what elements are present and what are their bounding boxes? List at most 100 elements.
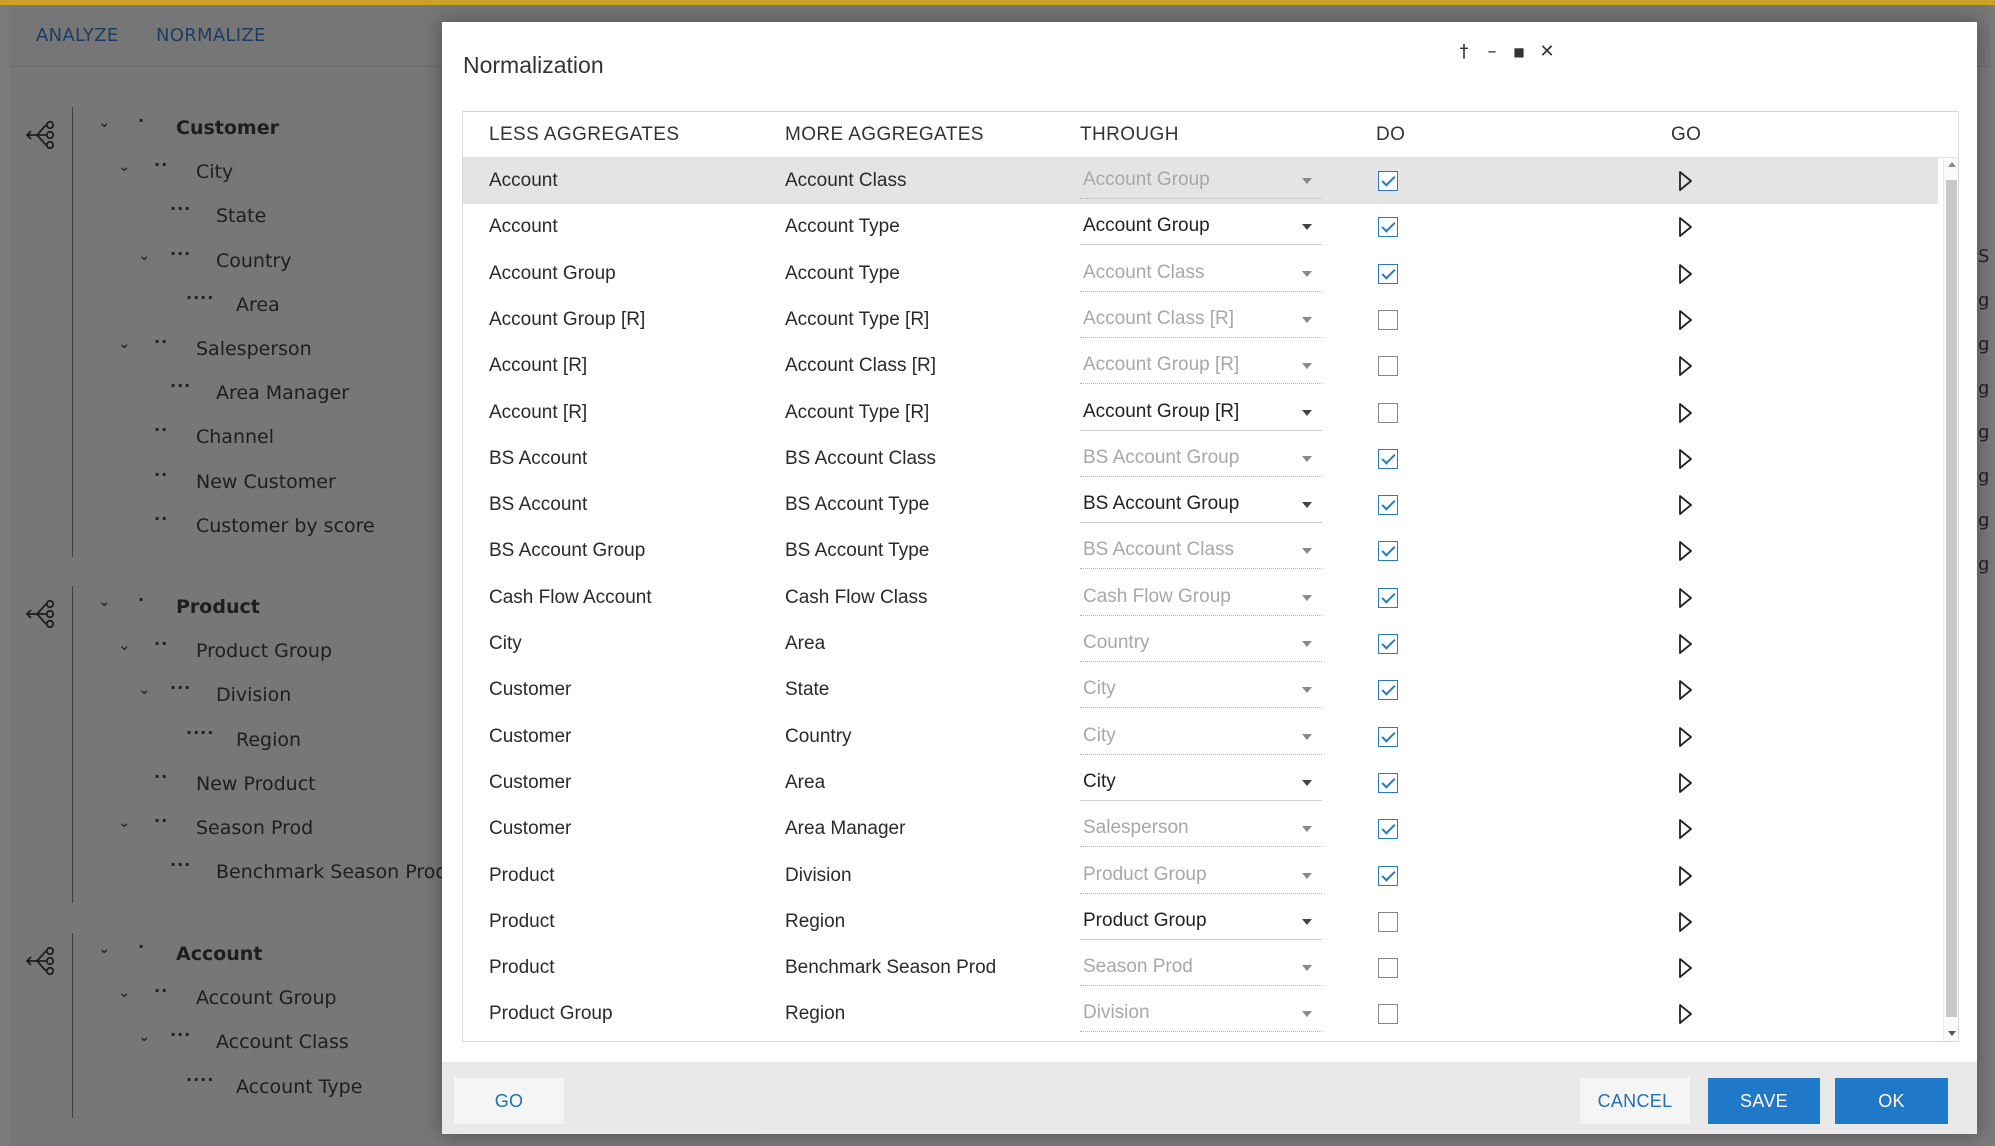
table-row[interactable]: Customer Area City <box>463 760 1938 806</box>
play-icon[interactable] <box>1675 308 1695 332</box>
caret-down-icon[interactable] <box>1302 316 1312 323</box>
caret-down-icon[interactable] <box>1302 918 1312 925</box>
do-checkbox[interactable] <box>1378 309 1398 330</box>
caret-down-icon[interactable] <box>1302 178 1312 184</box>
through-dropdown[interactable]: Cash Flow Group <box>1080 581 1322 616</box>
column-header-less-aggregates[interactable]: LESS AGGREGATES <box>489 124 679 146</box>
play-icon[interactable] <box>1675 1002 1695 1026</box>
do-checkbox[interactable] <box>1378 448 1398 469</box>
through-dropdown[interactable]: Account Group <box>1080 164 1322 199</box>
tab-normalize[interactable]: NORMALIZE <box>156 25 266 46</box>
pin-icon[interactable]: † <box>1452 40 1476 64</box>
caret-down-icon[interactable] <box>1302 687 1312 694</box>
table-row[interactable]: Account [R] Account Type [R] Account Group… <box>463 390 1938 436</box>
table-row[interactable]: Account Group [R] Account Type [R] Account… <box>463 297 1938 343</box>
through-dropdown[interactable]: City <box>1080 766 1322 801</box>
caret-down-icon[interactable] <box>1302 733 1312 740</box>
through-dropdown[interactable]: City <box>1080 673 1322 709</box>
play-icon[interactable] <box>1675 215 1695 239</box>
caret-down-icon[interactable] <box>1302 224 1312 231</box>
do-checkbox[interactable] <box>1378 217 1398 238</box>
do-checkbox[interactable] <box>1378 495 1398 516</box>
cancel-button[interactable]: CANCEL <box>1580 1078 1690 1124</box>
chevron-down-icon[interactable]: ⌄ <box>138 1027 151 1045</box>
table-row[interactable]: Customer Area Manager Salesperson <box>463 806 1938 852</box>
do-checkbox[interactable] <box>1378 634 1398 654</box>
play-icon[interactable] <box>1675 401 1695 425</box>
do-checkbox[interactable] <box>1378 819 1398 840</box>
chevron-down-icon[interactable]: ⌄ <box>98 939 111 957</box>
table-row[interactable]: Account Account Type Account Group <box>463 204 1938 250</box>
do-checkbox[interactable] <box>1378 772 1398 793</box>
table-row[interactable]: Account Account Class Account Group <box>463 158 1938 204</box>
caret-down-icon[interactable] <box>1302 826 1312 833</box>
caret-down-icon[interactable] <box>1302 455 1312 462</box>
play-icon[interactable] <box>1675 354 1695 378</box>
column-header-more-aggregates[interactable]: MORE AGGREGATES <box>785 124 984 146</box>
caret-down-icon[interactable] <box>1302 872 1312 879</box>
through-dropdown[interactable]: Account Class [R] <box>1080 303 1322 338</box>
ok-button[interactable]: OK <box>1835 1078 1948 1124</box>
through-dropdown[interactable]: Country <box>1080 627 1322 662</box>
through-dropdown[interactable]: BS Account Class <box>1080 534 1322 570</box>
do-checkbox[interactable] <box>1378 958 1398 979</box>
chevron-down-icon[interactable]: ⌄ <box>118 983 131 1001</box>
through-dropdown[interactable]: BS Account Group <box>1080 488 1322 524</box>
play-icon[interactable] <box>1675 771 1695 795</box>
chevron-down-icon[interactable]: ⌄ <box>138 246 151 264</box>
minimize-icon[interactable]: – <box>1480 40 1504 64</box>
caret-down-icon[interactable] <box>1302 965 1312 972</box>
chevron-down-icon[interactable]: ⌄ <box>118 636 131 654</box>
through-dropdown[interactable]: Product Group <box>1080 859 1322 894</box>
table-row[interactable]: Account Group Account Type Account Class <box>463 251 1938 297</box>
play-icon[interactable] <box>1675 725 1695 749</box>
play-icon[interactable] <box>1675 586 1695 610</box>
chevron-down-icon[interactable]: ⌄ <box>118 157 131 175</box>
chevron-down-icon[interactable]: ⌄ <box>118 334 131 352</box>
do-checkbox[interactable] <box>1378 865 1398 886</box>
table-row[interactable]: Account [R] Account Class [R] Account Grou… <box>463 343 1938 389</box>
do-checkbox[interactable] <box>1378 1004 1398 1025</box>
table-row[interactable]: Cash Flow Account Cash Flow Class Cash Flo… <box>463 575 1938 621</box>
maximize-icon[interactable]: ■ <box>1507 40 1531 64</box>
caret-down-icon[interactable] <box>1302 409 1312 416</box>
play-icon[interactable] <box>1675 169 1695 193</box>
scroll-up-icon[interactable] <box>1948 162 1956 167</box>
through-dropdown[interactable]: Account Group [R] <box>1080 349 1322 385</box>
caret-down-icon[interactable] <box>1302 641 1312 647</box>
do-checkbox[interactable] <box>1378 541 1398 562</box>
caret-down-icon[interactable] <box>1302 594 1312 601</box>
save-button[interactable]: SAVE <box>1708 1078 1820 1124</box>
play-icon[interactable] <box>1675 539 1695 563</box>
table-row[interactable]: Product Benchmark Season Prod Season Prod <box>463 945 1938 991</box>
caret-down-icon[interactable] <box>1302 548 1312 555</box>
through-dropdown[interactable]: City <box>1080 720 1322 755</box>
table-row[interactable]: Product Division Product Group <box>463 853 1938 899</box>
tab-analyze[interactable]: ANALYZE <box>36 25 119 46</box>
do-checkbox[interactable] <box>1378 402 1398 423</box>
do-checkbox[interactable] <box>1378 911 1398 932</box>
caret-down-icon[interactable] <box>1302 1011 1312 1018</box>
do-checkbox[interactable] <box>1378 587 1398 608</box>
chevron-down-icon[interactable]: ⌄ <box>138 680 151 698</box>
through-dropdown[interactable]: Product Group <box>1080 905 1322 940</box>
vertical-scrollbar[interactable] <box>1943 158 1958 1041</box>
scrollbar-thumb[interactable] <box>1946 180 1957 1017</box>
chevron-down-icon[interactable]: ⌄ <box>118 813 131 831</box>
table-row[interactable]: City Area Country <box>463 621 1938 667</box>
table-row[interactable]: Customer Country City <box>463 714 1938 760</box>
scroll-down-icon[interactable] <box>1948 1031 1956 1036</box>
caret-down-icon[interactable] <box>1302 270 1312 277</box>
through-dropdown[interactable]: Salesperson <box>1080 812 1322 848</box>
do-checkbox[interactable] <box>1378 263 1398 284</box>
play-icon[interactable] <box>1675 817 1695 841</box>
through-dropdown[interactable]: Season Prod <box>1080 951 1322 987</box>
caret-down-icon[interactable] <box>1302 363 1312 370</box>
do-checkbox[interactable] <box>1378 171 1398 191</box>
table-row[interactable]: BS Account Group BS Account Type BS Accoun… <box>463 528 1938 574</box>
play-icon[interactable] <box>1675 864 1695 888</box>
through-dropdown[interactable]: BS Account Group <box>1080 442 1322 477</box>
through-dropdown[interactable]: Account Group <box>1080 210 1322 246</box>
caret-down-icon[interactable] <box>1302 502 1312 509</box>
close-icon[interactable]: ✕ <box>1535 40 1559 64</box>
